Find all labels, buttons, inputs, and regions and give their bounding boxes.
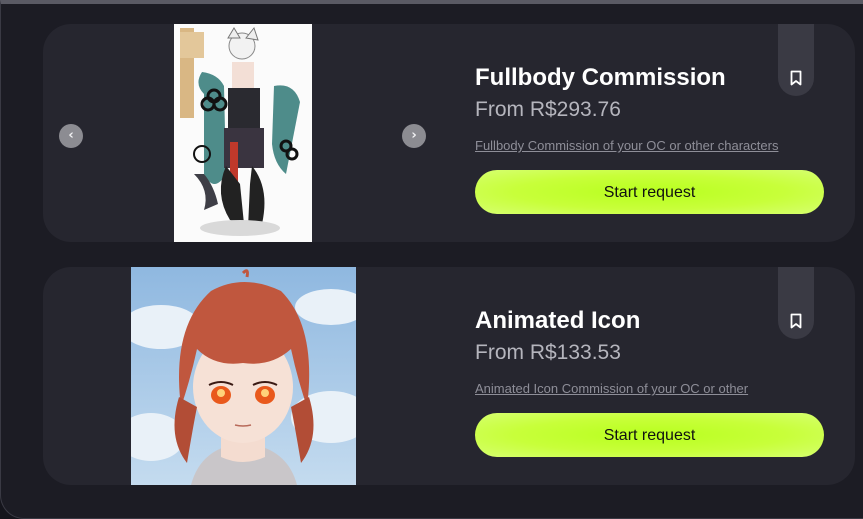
start-request-button[interactable]: Start request	[475, 170, 824, 214]
next-image-button[interactable]: ›	[402, 124, 426, 148]
bookmark-button[interactable]	[778, 24, 814, 96]
commission-description-link[interactable]: Fullbody Commission of your OC or other …	[475, 138, 778, 153]
commission-title[interactable]: Fullbody Commission	[475, 64, 726, 92]
start-request-button[interactable]: Start request	[475, 413, 824, 457]
commission-preview-image[interactable]	[131, 267, 356, 485]
commission-card: Animated Icon From R$133.53 Animated Ico…	[43, 267, 855, 485]
bookmark-button[interactable]	[778, 267, 814, 339]
commission-preview-image[interactable]	[174, 24, 312, 242]
chevron-left-icon: ‹	[68, 128, 74, 143]
chevron-right-icon: ›	[411, 128, 417, 143]
commission-list: ‹ › Fullbody Commission From R$293.76 Fu…	[0, 0, 863, 519]
bookmark-icon	[790, 313, 802, 329]
prev-image-button[interactable]: ‹	[59, 124, 83, 148]
commission-price: From R$293.76	[475, 98, 621, 121]
commission-description-link[interactable]: Animated Icon Commission of your OC or o…	[475, 381, 748, 396]
commission-price: From R$133.53	[475, 341, 621, 364]
commission-card: ‹ › Fullbody Commission From R$293.76 Fu…	[43, 24, 855, 242]
bookmark-icon	[790, 70, 802, 86]
commission-title[interactable]: Animated Icon	[475, 307, 640, 335]
